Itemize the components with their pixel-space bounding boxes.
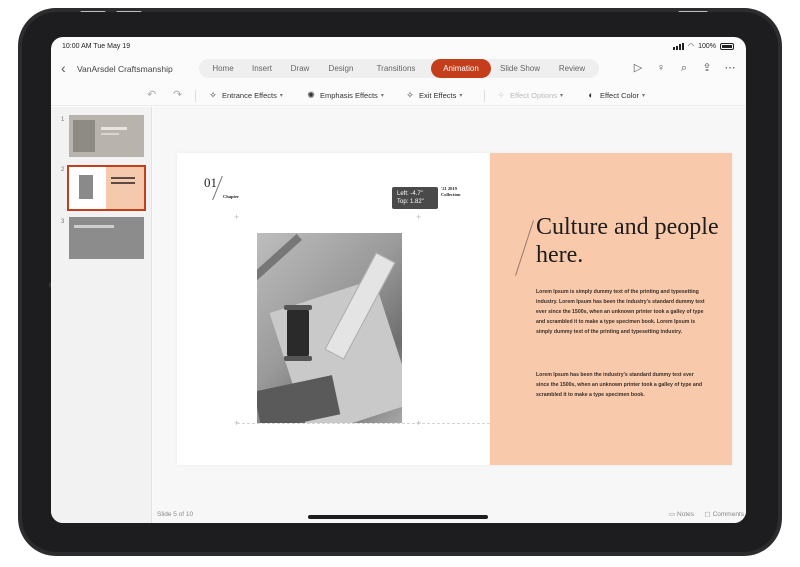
ribbon-tabs: Home Insert Draw Design Transitions Anim… <box>199 59 599 78</box>
entrance-effects-button[interactable]: ✧ Entrance Effects ▾ <box>207 88 283 102</box>
notes-button[interactable]: ▭ Notes <box>668 510 694 519</box>
document-title[interactable]: VanArsdel Craftsmanship <box>77 64 173 74</box>
chevron-down-icon: ▾ <box>559 92 563 99</box>
exit-effects-label: Exit Effects <box>419 90 457 100</box>
slide-thumbnail-2-selected[interactable] <box>67 165 146 211</box>
thumbnail-text <box>111 182 135 184</box>
tab-slide-show[interactable]: Slide Show <box>493 59 547 78</box>
slide-thumbnail-3[interactable] <box>69 217 144 259</box>
redo-icon[interactable]: ↷ <box>173 88 182 101</box>
ribbon-divider <box>484 90 485 102</box>
thumbnail-text <box>101 133 119 135</box>
collection-text: Collection <box>441 192 461 197</box>
tooltip-left: Left: -4.7" <box>397 191 423 197</box>
signal-icon <box>672 42 684 50</box>
tooltip-top: Top: 1.82" <box>397 199 424 205</box>
entrance-effects-label: Entrance Effects <box>222 90 277 100</box>
slide-headline[interactable]: Culture and people here. <box>536 213 726 269</box>
more-icon[interactable]: ⋯ <box>723 61 737 75</box>
thumbnail-number: 3 <box>61 219 65 225</box>
photo-detail <box>257 233 302 281</box>
slide-count: Slide 5 of 10 <box>157 511 194 518</box>
battery-percent: 100% <box>698 42 716 50</box>
effect-options-button[interactable]: ✧ Effect Options ▾ <box>495 88 563 102</box>
chevron-down-icon: ▾ <box>459 92 463 99</box>
position-tooltip: Left: -4.7" Top: 1.82" <box>392 187 438 209</box>
tab-draw[interactable]: Draw <box>281 59 319 78</box>
tab-insert[interactable]: Insert <box>243 59 281 78</box>
guide-plus-icon: + <box>416 212 422 222</box>
slide-thumbnail-1[interactable] <box>69 115 144 157</box>
guide-plus-icon: + <box>234 418 240 428</box>
undo-icon[interactable]: ↶ <box>147 88 156 101</box>
guide-plus-icon: + <box>416 418 422 428</box>
thumbnail-text <box>111 177 135 179</box>
notes-icon: ▭ <box>668 511 676 518</box>
exit-effects-icon: ✧ <box>406 90 414 100</box>
thumbnail-image <box>79 175 93 199</box>
body-paragraph-1[interactable]: Lorem Ipsum is simply dummy text of the … <box>536 287 706 337</box>
tab-transitions[interactable]: Transitions <box>363 59 429 78</box>
ribbon-divider <box>195 90 196 102</box>
back-chevron-icon[interactable]: ‹ <box>61 61 66 75</box>
tab-review[interactable]: Review <box>549 59 595 78</box>
thumbnail-number: 1 <box>61 117 65 123</box>
search-icon[interactable]: ⌕ <box>677 61 691 75</box>
decorative-slash <box>515 220 534 276</box>
chapter-label[interactable]: Chapter <box>223 194 239 199</box>
slide-canvas: 01 Chapter + + + + Left: -4.7" Top: 1.82… <box>153 107 746 523</box>
effect-color-button[interactable]: ◐ Effect Color ▾ <box>585 88 645 102</box>
app-screen: 10:00 AM Tue May 19 ◠ 100% ‹ VanArsdel C… <box>51 37 746 523</box>
effect-options-icon: ✧ <box>497 90 505 100</box>
thumbnail-text <box>101 127 127 130</box>
emphasis-effects-button[interactable]: ✺ Emphasis Effects ▾ <box>305 88 384 102</box>
tab-home[interactable]: Home <box>203 59 243 78</box>
notes-label: Notes <box>677 510 694 518</box>
share-icon[interactable]: ⇪ <box>700 61 714 75</box>
app-header: ‹ VanArsdel Craftsmanship Home Insert Dr… <box>51 57 746 81</box>
effect-color-label: Effect Color <box>600 90 640 100</box>
thumbnail-panel <box>106 167 144 209</box>
effect-options-label: Effect Options <box>510 90 557 100</box>
thumbnail-image <box>73 120 95 152</box>
guide-plus-icon: + <box>234 212 240 222</box>
emphasis-effects-label: Emphasis Effects <box>320 90 378 100</box>
comment-icon: ▢ <box>704 511 711 518</box>
tab-animation[interactable]: Animation <box>431 59 491 78</box>
emphasis-effects-icon: ✺ <box>307 90 315 100</box>
status-bar: 10:00 AM Tue May 19 ◠ 100% <box>51 37 746 55</box>
slide-thumbnail-panel: 1 2 3 <box>51 107 152 523</box>
status-indicators: ◠ 100% <box>672 42 734 50</box>
entrance-effects-icon: ✧ <box>209 90 217 100</box>
exit-effects-button[interactable]: ✧ Exit Effects ▾ <box>404 88 462 102</box>
text-panel[interactable]: Culture and people here. Lorem Ipsum is … <box>490 153 732 465</box>
chevron-down-icon: ▾ <box>380 92 384 99</box>
thumbnail-number: 2 <box>61 167 65 173</box>
photo-detail <box>284 305 312 361</box>
comments-button[interactable]: ▢ Comments <box>704 510 744 519</box>
status-time: 10:00 AM Tue May 19 <box>62 43 131 50</box>
tab-design[interactable]: Design <box>319 59 363 78</box>
photo-detail <box>257 375 341 423</box>
craft-photo[interactable] <box>257 233 402 423</box>
home-indicator[interactable] <box>308 515 488 519</box>
comments-label: Comments <box>712 510 744 518</box>
animation-ribbon: ↶ ↷ ✧ Entrance Effects ▾ ✺ Emphasis Effe… <box>51 84 746 106</box>
slide[interactable]: 01 Chapter + + + + Left: -4.7" Top: 1.82… <box>177 153 732 465</box>
wifi-icon: ◠ <box>687 43 695 50</box>
chevron-down-icon: ▾ <box>279 92 283 99</box>
slide-number-text[interactable]: 01 <box>204 175 217 191</box>
effect-color-icon: ◐ <box>588 90 594 100</box>
battery-icon <box>720 42 734 50</box>
lightbulb-icon[interactable]: ♀ <box>654 61 668 75</box>
thumbnail-text <box>74 225 114 228</box>
chevron-down-icon: ▾ <box>642 92 646 99</box>
play-icon[interactable]: ▷ <box>631 61 645 75</box>
body-paragraph-2[interactable]: Lorem Ipsum has been the industry's stan… <box>536 370 706 400</box>
collection-label[interactable]: '21 2019 Collection <box>441 186 461 198</box>
